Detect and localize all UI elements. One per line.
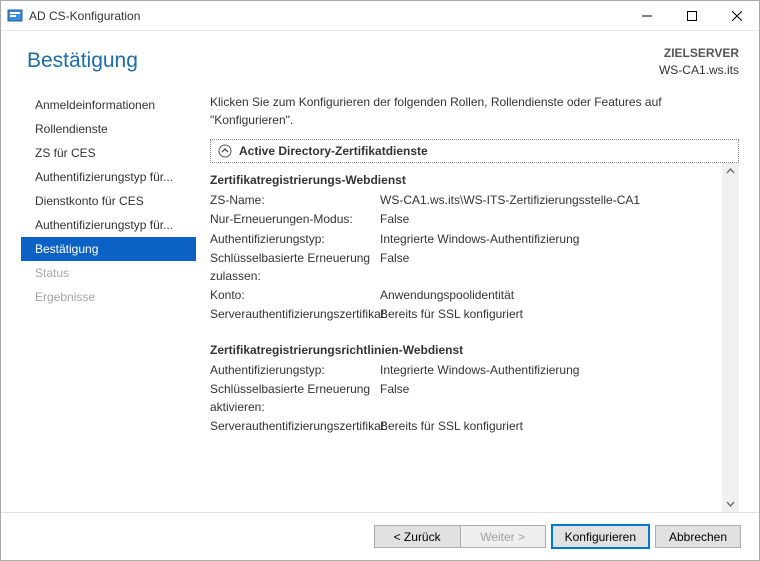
nav-role-services[interactable]: Rollendienste <box>21 117 196 141</box>
scroll-down-icon[interactable] <box>722 495 739 512</box>
row-key-renew-allow: Schlüsselbasierte Erneuerung zulassen:Fa… <box>210 249 717 286</box>
group-title: Active Directory-Zertifikatdienste <box>239 144 428 158</box>
nav-service-account[interactable]: Dienstkonto für CES <box>21 189 196 213</box>
target-server-value: WS-CA1.ws.its <box>659 62 739 79</box>
target-server-label: ZIELSERVER <box>659 45 739 62</box>
section-title-ces: Zertifikatregistrierungs-Webdienst <box>210 163 717 191</box>
nav-auth-type-1[interactable]: Authentifizierungstyp für... <box>21 165 196 189</box>
nav-auth-type-2[interactable]: Authentifizierungstyp für... <box>21 213 196 237</box>
app-icon <box>7 8 23 24</box>
close-button[interactable] <box>714 1 759 30</box>
window-title: AD CS-Konfiguration <box>29 9 624 23</box>
back-button[interactable]: < Zurück <box>374 525 460 548</box>
row-key-renew-enable: Schlüsselbasierte Erneuerung aktivieren:… <box>210 380 717 417</box>
body: Anmeldeinformationen Rollendienste ZS fü… <box>1 91 759 512</box>
confirmation-scroll: Zertifikatregistrierungs-Webdienst ZS-Na… <box>210 163 739 512</box>
scrollbar[interactable] <box>722 163 739 512</box>
header: Bestätigung ZIELSERVER WS-CA1.ws.its <box>1 31 759 91</box>
row-server-cert-1: Serverauthentifizierungszertifikat:Berei… <box>210 305 717 324</box>
scroll-track[interactable] <box>722 180 739 495</box>
nav-status: Status <box>21 261 196 285</box>
row-auth-type-2: Authentifizierungstyp:Integrierte Window… <box>210 361 717 380</box>
next-button: Weiter > <box>460 525 546 548</box>
page-title: Bestätigung <box>21 41 138 91</box>
window-controls <box>624 1 759 30</box>
section-title-cep: Zertifikatregistrierungsrichtlinien-Webd… <box>210 325 717 361</box>
row-auth-type-1: Authentifizierungstyp:Integrierte Window… <box>210 230 717 249</box>
scroll-up-icon[interactable] <box>722 163 739 180</box>
intro-text: Klicken Sie zum Konfigurieren der folgen… <box>210 91 739 139</box>
configure-button[interactable]: Konfigurieren <box>552 525 649 548</box>
footer: < Zurück Weiter > Konfigurieren Abbreche… <box>1 512 759 560</box>
minimize-button[interactable] <box>624 1 669 30</box>
target-server-box: ZIELSERVER WS-CA1.ws.its <box>659 41 739 79</box>
nav-results: Ergebnisse <box>21 285 196 309</box>
chevron-up-icon <box>217 143 233 159</box>
nav-credentials[interactable]: Anmeldeinformationen <box>21 93 196 117</box>
row-server-cert-2: Serverauthentifizierungszertifikat:Berei… <box>210 417 717 436</box>
content-pane: Klicken Sie zum Konfigurieren der folgen… <box>196 91 741 512</box>
config-window: AD CS-Konfiguration Bestätigung ZIELSERV… <box>0 0 760 561</box>
group-header-adcs[interactable]: Active Directory-Zertifikatdienste <box>210 139 739 163</box>
row-account: Konto:Anwendungspoolidentität <box>210 286 717 305</box>
titlebar: AD CS-Konfiguration <box>1 1 759 31</box>
cancel-button[interactable]: Abbrechen <box>655 525 741 548</box>
maximize-button[interactable] <box>669 1 714 30</box>
row-renew-only: Nur-Erneuerungen-Modus:False <box>210 210 717 229</box>
wizard-sidebar: Anmeldeinformationen Rollendienste ZS fü… <box>21 91 196 512</box>
nav-ca-for-ces[interactable]: ZS für CES <box>21 141 196 165</box>
nav-confirmation[interactable]: Bestätigung <box>21 237 196 261</box>
row-ca-name: ZS-Name:WS-CA1.ws.its\WS-ITS-Zertifizier… <box>210 191 717 210</box>
